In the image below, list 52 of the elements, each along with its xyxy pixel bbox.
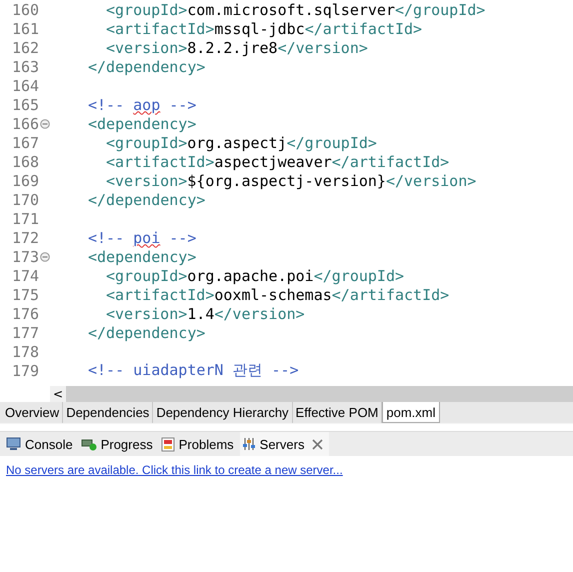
code-line: <groupId>com.microsoft.sqlserver</groupId> — [106, 0, 486, 18]
code-line: <artifactId>mssql-jdbc</artifactId> — [106, 20, 422, 38]
scroll-left-button[interactable]: < — [50, 386, 66, 402]
line-number: 168 — [12, 152, 40, 170]
code-line: <artifactId>aspectjweaver</artifactId> — [106, 152, 450, 170]
create-server-link[interactable]: No servers are available. Click this link to create a new server... — [6, 463, 343, 477]
line-number: 172 — [12, 228, 40, 246]
code-line: <version>1.4</version> — [106, 304, 305, 322]
view-tab[interactable]: Servers — [240, 432, 330, 456]
code-line: <version>8.2.2.jre8</version> — [106, 38, 368, 56]
fold-icon[interactable] — [40, 252, 50, 262]
line-number: 178 — [12, 342, 40, 360]
close-icon[interactable] — [312, 438, 324, 450]
fold-icon[interactable] — [40, 118, 50, 128]
view-tab[interactable]: Problems — [158, 432, 240, 456]
line-number: 166 — [12, 114, 40, 132]
line-number: 177 — [12, 324, 40, 342]
line-number: 173 — [12, 248, 40, 266]
code-line: <version>${org.aspectj-version}</version> — [106, 172, 476, 190]
monitor-icon — [6, 437, 21, 451]
code-line: <dependency> — [88, 114, 196, 132]
problems-icon — [160, 436, 175, 452]
line-number: 160 — [12, 0, 40, 18]
horizontal-scrollbar[interactable]: < — [50, 386, 573, 402]
code-line: <dependency> — [88, 248, 196, 266]
line-number: 170 — [12, 190, 40, 208]
editor-tab[interactable]: pom.xml — [382, 402, 440, 423]
line-number: 174 — [12, 266, 40, 284]
progress-icon — [80, 437, 97, 451]
line-number: 167 — [12, 134, 40, 152]
line-number: 171 — [12, 210, 40, 228]
view-tab[interactable]: Console — [4, 432, 79, 456]
code-line: <!-- aop --> — [88, 96, 196, 114]
line-number: 165 — [12, 96, 40, 114]
line-number: 179 — [12, 362, 40, 380]
code-line: <groupId>org.apache.poi</groupId> — [106, 266, 404, 284]
code-line: </dependency> — [88, 58, 206, 76]
line-number: 162 — [12, 38, 40, 56]
line-number: 175 — [12, 286, 40, 304]
view-tab[interactable]: Progress — [78, 432, 159, 456]
code-line: <artifactId>ooxml-schemas</artifactId> — [106, 286, 450, 304]
line-number: 163 — [12, 58, 40, 76]
line-number: 161 — [12, 20, 40, 38]
code-line: <!-- poi --> — [88, 228, 196, 246]
line-number: 176 — [12, 304, 40, 322]
code-line: <groupId>org.aspectj</groupId> — [106, 134, 377, 152]
line-number: 164 — [12, 76, 40, 94]
servers-icon — [242, 437, 256, 451]
code-line: <!-- uiadapterN 관련 --> — [88, 361, 299, 380]
line-number: 169 — [12, 172, 40, 190]
code-line: </dependency> — [88, 324, 206, 342]
code-line: </dependency> — [88, 190, 206, 208]
